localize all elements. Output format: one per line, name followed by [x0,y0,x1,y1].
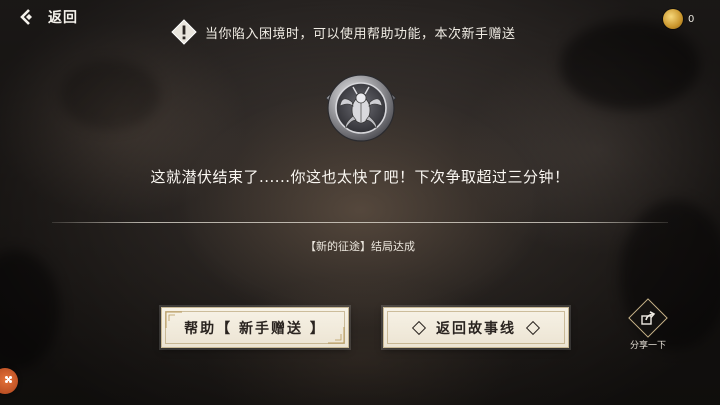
help-hint: 当你陷入困境时，可以使用帮助功能，本次新手赠送 [171,19,516,45]
back-label: 返回 [48,10,78,26]
share-button[interactable]: 分享一下 [627,298,669,351]
hint-text: 当你陷入困境时，可以使用帮助功能，本次新手赠送 [205,26,516,42]
ending-achieved-text: 【新的征途】结局达成 [305,240,415,253]
exclamation-icon [171,19,197,45]
chevron-left-icon [20,8,38,26]
result-message: 这就潜伏结束了......你这也太快了吧！下次争取超过三分钟！ [150,168,570,186]
return-storyline-label: 返回故事线 [436,320,516,337]
divider [52,222,668,223]
silver-bug-medal-icon [320,72,402,144]
back-button[interactable]: 返回 [20,6,78,28]
share-label: 分享一下 [629,341,666,351]
ink-blot [0,250,60,370]
corner-ornament-icon [328,327,345,344]
ink-blot [560,20,700,110]
game-result-screen: 返回 当你陷入困境时，可以使用帮助功能，本次新手赠送 0 这就潜伏结束了....… [0,0,720,405]
coin-counter: 0 [663,9,694,29]
diamond-right-icon [525,320,541,335]
coin-count: 0 [688,13,695,25]
gold-coin-icon [663,9,683,29]
help-button-label: 帮助【 新手赠送 】 [184,320,326,337]
corner-ornament-icon [165,311,182,328]
help-button[interactable]: 帮助【 新手赠送 】 [161,307,349,348]
share-icon [628,298,668,338]
floating-assistant-icon[interactable] [0,368,18,394]
ink-blot [60,60,160,130]
return-storyline-button[interactable]: 返回故事线 [383,307,569,348]
diamond-left-icon [411,320,427,335]
